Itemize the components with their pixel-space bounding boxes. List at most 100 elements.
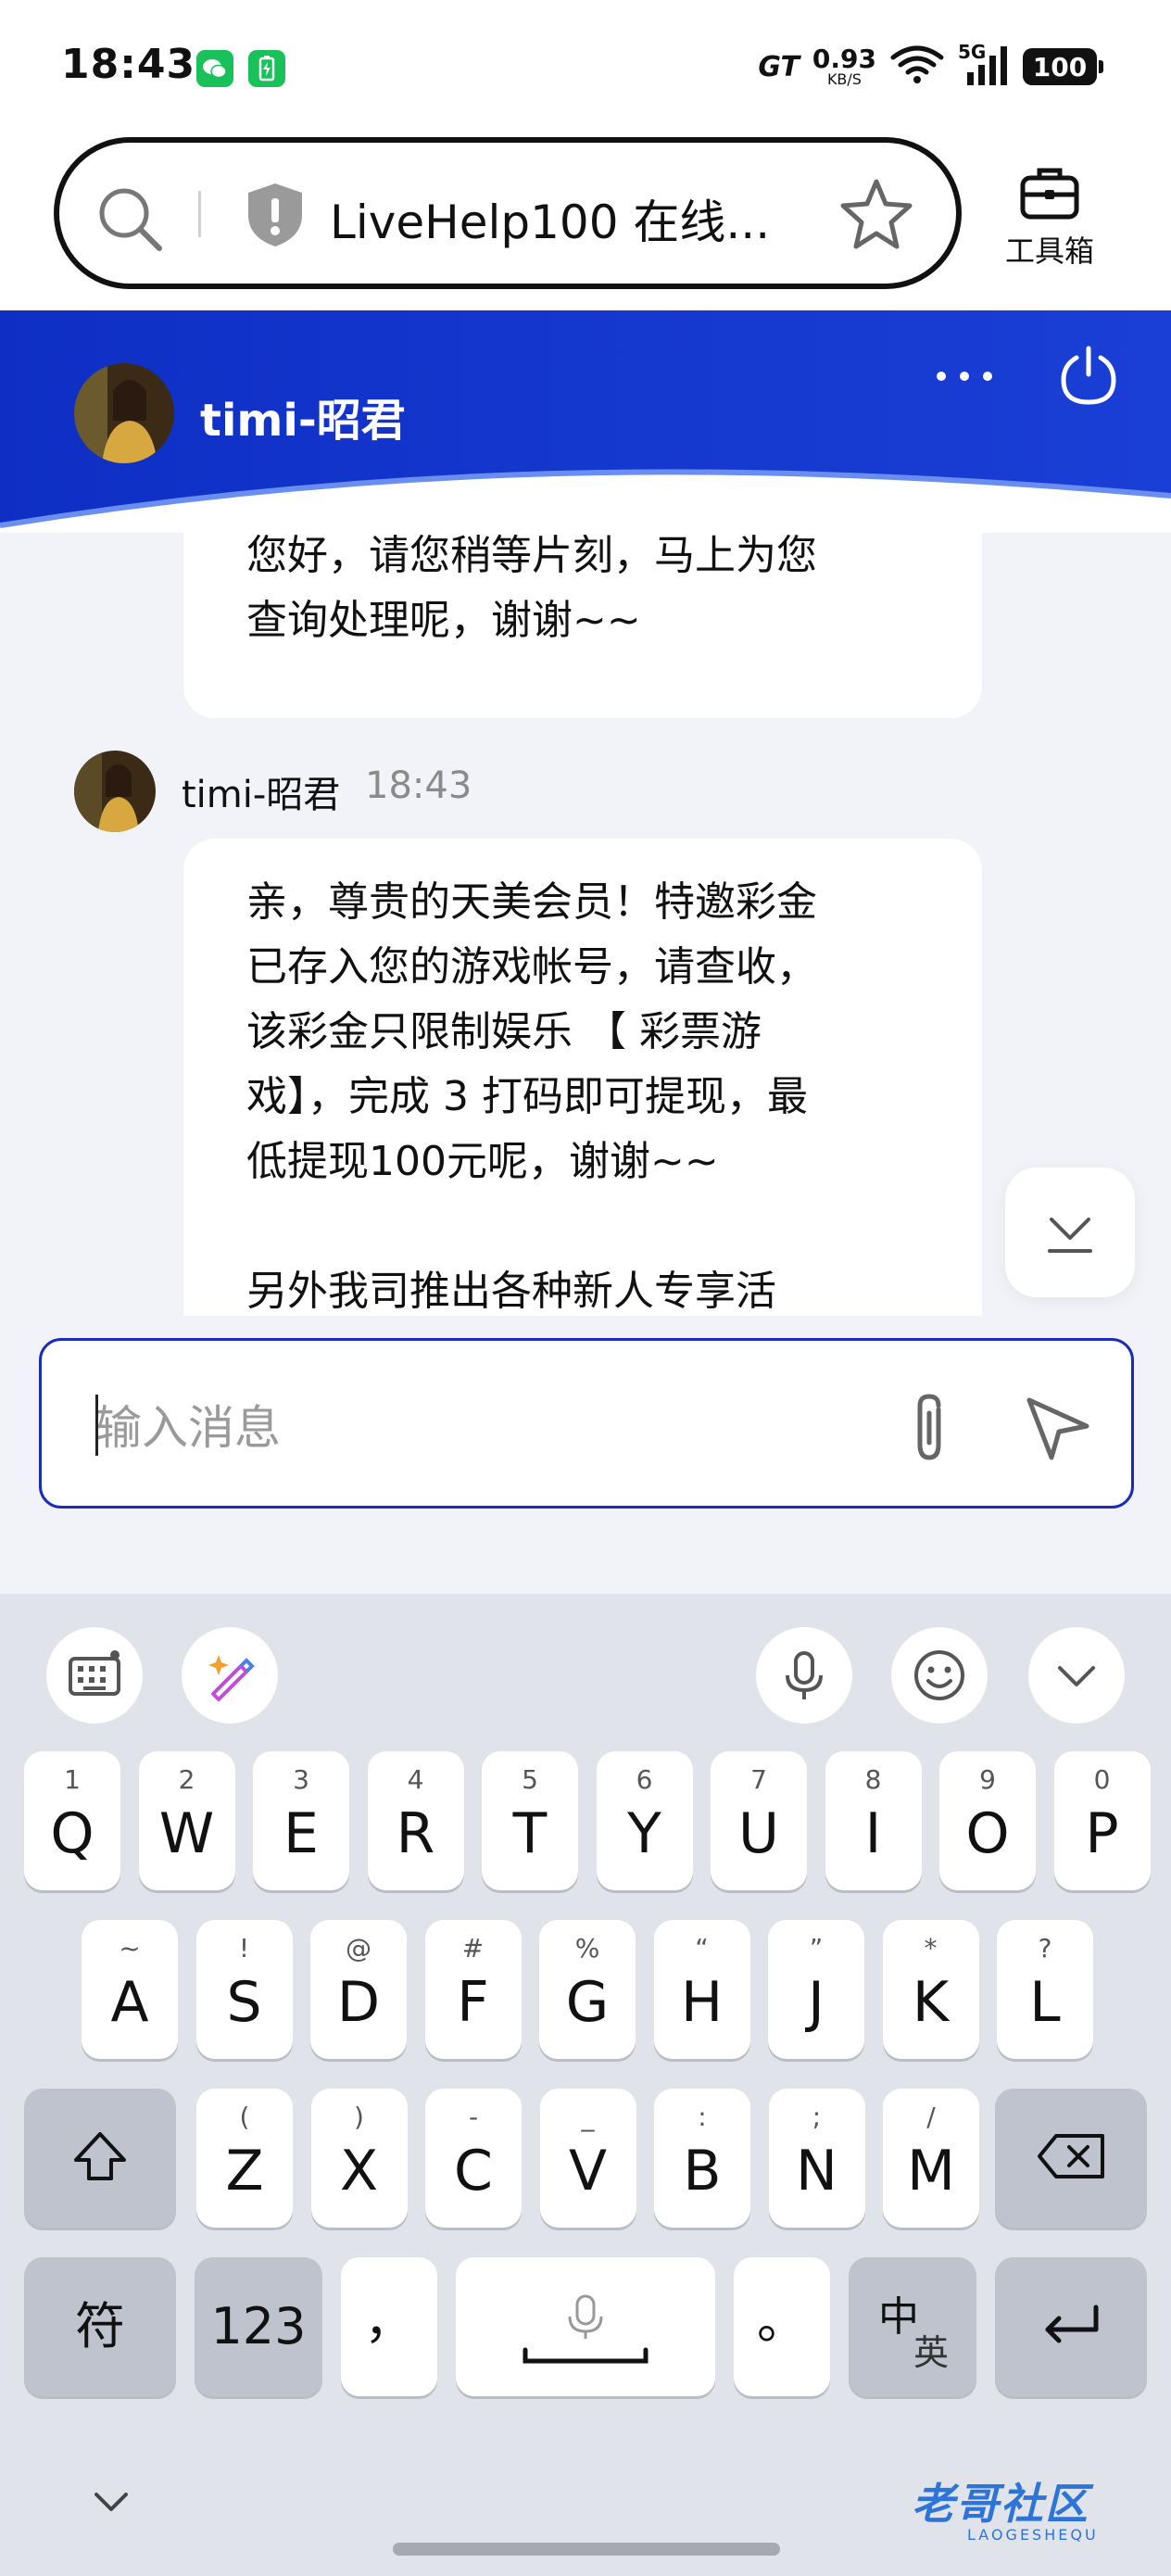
cell-signal-icon: 5G — [958, 41, 1010, 89]
toolbox-button[interactable]: 工具箱 — [999, 165, 1101, 271]
key-hint: ) — [354, 2102, 364, 2132]
key-letter: D — [336, 1970, 381, 2035]
key-o[interactable]: 9O — [939, 1751, 1036, 1890]
key-s[interactable]: ! S — [195, 1920, 293, 2059]
address-bar[interactable]: LiveHelp100 在线... — [54, 137, 962, 289]
key-j[interactable]: ” J — [768, 1920, 864, 2059]
key-x[interactable]: ) X — [310, 2089, 408, 2228]
hide-keyboard-button[interactable] — [1028, 1627, 1125, 1724]
key-letter: H — [680, 1970, 724, 2035]
key-z[interactable]: (Z — [196, 2089, 293, 2228]
key-hint: “ — [695, 1933, 709, 1964]
agent-avatar[interactable] — [74, 363, 174, 463]
key-k[interactable]: * K — [882, 1920, 979, 2059]
watermark-logo: 老哥社区 — [912, 2479, 1089, 2529]
key-b[interactable]: :B — [654, 2089, 750, 2228]
language-switch-key[interactable]: 中 英 — [849, 2257, 976, 2396]
page-title-url[interactable]: LiveHelp100 在线... — [330, 185, 770, 252]
comma-key[interactable]: ， — [341, 2257, 437, 2396]
key-letter: A — [110, 1970, 149, 2035]
message-line: 戏】，完成 3 打码即可提现，最 — [246, 1073, 808, 1120]
key-d[interactable]: @ D — [310, 1920, 407, 2059]
search-icon[interactable] — [94, 183, 165, 258]
symbols-key[interactable]: 符 — [24, 2257, 176, 2396]
keyboard — [0, 1594, 1171, 2576]
key-a[interactable]: ~ A — [82, 1920, 178, 2059]
key-y[interactable]: 6Y — [596, 1751, 693, 1890]
send-icon[interactable] — [1022, 1393, 1092, 1467]
shift-key[interactable] — [24, 2089, 176, 2228]
home-indicator[interactable] — [393, 2543, 780, 2556]
key-hint: / — [926, 2102, 936, 2132]
key-w[interactable]: 2W — [138, 1751, 235, 1890]
key-q[interactable]: 1Q — [24, 1751, 120, 1890]
key-u[interactable]: 7U — [711, 1751, 807, 1890]
key-hint: 0 — [1093, 1764, 1111, 1795]
chevron-down-icon — [1058, 1666, 1095, 1686]
network-speed-unit: KB/S — [826, 70, 862, 88]
ai-write-button[interactable] — [182, 1627, 278, 1724]
magic-pen-icon — [208, 1655, 255, 1701]
message-input[interactable]: 输入消息 — [39, 1338, 1134, 1509]
key-p[interactable]: 0P — [1053, 1751, 1151, 1890]
key-letter: P — [1085, 1801, 1119, 1866]
collapse-keyboard-icon[interactable] — [89, 2487, 133, 2520]
watermark-sub: LAOGESHEQU — [967, 2526, 1099, 2544]
enter-icon — [1039, 2302, 1103, 2352]
scroll-to-bottom-button[interactable] — [1005, 1168, 1135, 1297]
voice-input-button[interactable] — [756, 1627, 852, 1724]
numbers-key[interactable]: 123 — [195, 2257, 322, 2396]
space-key[interactable] — [456, 2257, 715, 2396]
key-e[interactable]: 3E — [253, 1751, 349, 1890]
backspace-icon — [1036, 2132, 1106, 2184]
power-icon[interactable] — [1058, 343, 1119, 411]
key-c[interactable]: -C — [425, 2089, 522, 2228]
key-hint: _ — [581, 2102, 595, 2132]
message-line: 该彩金只限制娱乐 【 彩票游 — [246, 1008, 762, 1055]
key-letter: X — [339, 2139, 379, 2203]
key-i[interactable]: 8I — [825, 1751, 922, 1890]
star-icon[interactable] — [839, 176, 913, 254]
key-hint: * — [924, 1933, 938, 1964]
emoji-button[interactable] — [891, 1627, 988, 1724]
key-hint: 4 — [407, 1764, 424, 1795]
key-letter: Z — [225, 2139, 264, 2203]
key-letter: L — [1029, 1970, 1061, 2035]
comma-key-label: ， — [364, 2292, 414, 2350]
gt-label: GT — [758, 50, 800, 83]
message-line: 已存入您的游戏帐号，请查收， — [246, 943, 817, 991]
attach-icon[interactable] — [898, 1391, 963, 1469]
key-f[interactable]: # F — [424, 1920, 522, 2059]
period-key[interactable]: 。 — [734, 2257, 830, 2396]
key-t[interactable]: 5T — [482, 1751, 578, 1890]
message-placeholder: 输入消息 — [95, 1401, 281, 1455]
key-v[interactable]: _ V — [539, 2089, 636, 2228]
enter-key[interactable] — [995, 2257, 1147, 2396]
key-h[interactable]: “H — [653, 1920, 750, 2059]
composer: 输入消息 — [0, 1316, 1171, 1594]
wechat-icon — [196, 50, 233, 87]
lang-key-bottom: 英 — [913, 2332, 950, 2373]
key-g[interactable]: % G — [539, 1920, 636, 2059]
network-speed: 0.93 KB/S — [812, 46, 876, 87]
key-letter: S — [226, 1970, 262, 2035]
key-n[interactable]: ; N — [768, 2089, 865, 2228]
key-m[interactable]: / M — [883, 2089, 979, 2228]
more-icon[interactable] — [932, 358, 997, 395]
key-letter: J — [808, 1970, 825, 2035]
key-r[interactable]: 4R — [367, 1751, 464, 1890]
key-hint: ” — [809, 1933, 824, 1964]
key-hint: 9 — [979, 1764, 996, 1795]
keyboard-switch-button[interactable] — [46, 1627, 143, 1724]
key-letter: Q — [50, 1801, 94, 1866]
message-line: 另外我司推出各种新人专享活 — [246, 1268, 776, 1315]
key-hint: 3 — [293, 1764, 309, 1795]
key-letter: V — [568, 2139, 608, 2203]
key-l[interactable]: ? L — [997, 1920, 1093, 2059]
backspace-key[interactable] — [995, 2089, 1147, 2228]
avatar[interactable] — [74, 751, 156, 832]
shield-icon[interactable] — [243, 180, 308, 254]
key-hint: 8 — [864, 1764, 882, 1795]
key-hint: ( — [239, 2102, 250, 2132]
key-hint: - — [468, 2102, 479, 2132]
